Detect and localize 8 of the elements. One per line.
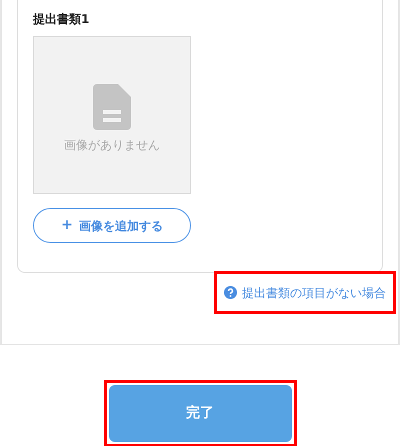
help-icon (224, 286, 237, 299)
help-link-text: 提出書類の項目がない場合 (242, 284, 386, 302)
document-icon (93, 84, 131, 130)
add-image-button[interactable]: + 画像を追加する (33, 208, 191, 243)
complete-button[interactable]: 完了 (108, 385, 292, 442)
help-link[interactable]: 提出書類の項目がない場合 (217, 274, 393, 311)
section-title: 提出書類1 (33, 11, 90, 28)
placeholder-text: 画像がありません (64, 137, 160, 154)
